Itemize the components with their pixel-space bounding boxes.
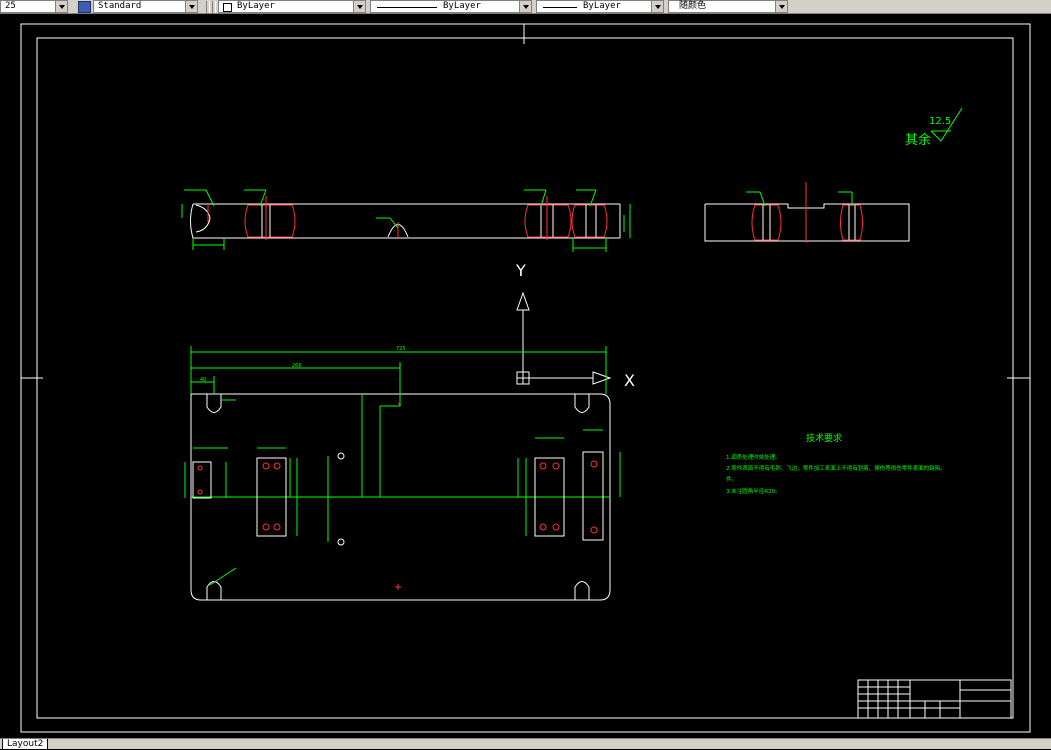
linetype-value: ByLayer: [443, 1, 481, 11]
linetype-preview: [377, 7, 437, 8]
chevron-down-icon[interactable]: [775, 1, 787, 12]
dim-left: 40: [200, 377, 206, 383]
chevron-down-icon[interactable]: [353, 1, 365, 12]
chevron-down-icon[interactable]: [185, 1, 197, 12]
ucs-y-label: Y: [515, 261, 526, 280]
dim-overall-width: 725: [396, 346, 406, 352]
plot-style-combo[interactable]: 随颜色: [668, 0, 788, 13]
color-value: ByLayer: [237, 1, 275, 11]
front-view: [181, 189, 631, 252]
technical-requirements: 技术要求 1.调质处理时效处理。 2.零件表面不得有毛刺、飞边，零件加工表面上不…: [726, 432, 946, 495]
dim-scale-value: 25: [5, 1, 16, 11]
properties-toolbar: 25 Standard ByLayer ByLayer ByLayer 随颜色: [0, 0, 1051, 14]
linetype-combo[interactable]: ByLayer: [370, 0, 532, 13]
lineweight-value: ByLayer: [583, 1, 621, 11]
roughness-value: 12.5: [929, 116, 951, 127]
plan-view: [190, 393, 611, 601]
color-combo[interactable]: ByLayer: [218, 0, 366, 13]
plot-style-value: 随颜色: [679, 1, 707, 11]
lineweight-combo[interactable]: ByLayer: [536, 0, 664, 13]
title-block: [857, 679, 1012, 719]
tech-req-item: 3.未注圆角半径R20。: [726, 487, 781, 495]
dim-scale-combo[interactable]: 25: [0, 0, 68, 13]
tech-req-title: 技术要求: [806, 432, 842, 444]
text-style-value: Standard: [98, 1, 142, 11]
side-view: [704, 182, 910, 243]
toolbar-separator: [206, 1, 210, 13]
chevron-down-icon[interactable]: [519, 1, 531, 12]
drawing-canvas[interactable]: 其余 12.5 Y X 725 266 40 技术要求 1.调质处理时效处理。 …: [0, 14, 1051, 738]
layout-tab-bar: Layout2: [0, 738, 1051, 750]
tab-layout2[interactable]: Layout2: [2, 739, 49, 750]
color-swatch-icon: [223, 3, 232, 12]
chevron-down-icon[interactable]: [651, 1, 663, 12]
tech-req-item: 1.调质处理时效处理。: [726, 453, 781, 461]
chevron-down-icon[interactable]: [55, 1, 67, 12]
toolbar-separator: [212, 1, 216, 13]
plan-dimensions: [184, 346, 621, 586]
tech-req-item: 件。: [726, 475, 737, 483]
drawing-svg[interactable]: 其余 12.5 Y X 725 266 40 技术要求 1.调质处理时效处理。 …: [0, 14, 1051, 738]
lineweight-preview: [543, 7, 577, 8]
ucs-x-label: X: [624, 371, 635, 390]
text-style-combo[interactable]: Standard: [93, 0, 198, 13]
text-style-icon: [78, 1, 91, 13]
dim-offset: 266: [292, 363, 302, 369]
ucs-icon: [516, 291, 612, 385]
tech-req-item: 2.零件表面不得有毛刺、飞边，零件加工表面上不得有划痕、擦伤等损伤零件表面的缺陷…: [726, 464, 946, 472]
roughness-label: 其余: [905, 132, 931, 148]
